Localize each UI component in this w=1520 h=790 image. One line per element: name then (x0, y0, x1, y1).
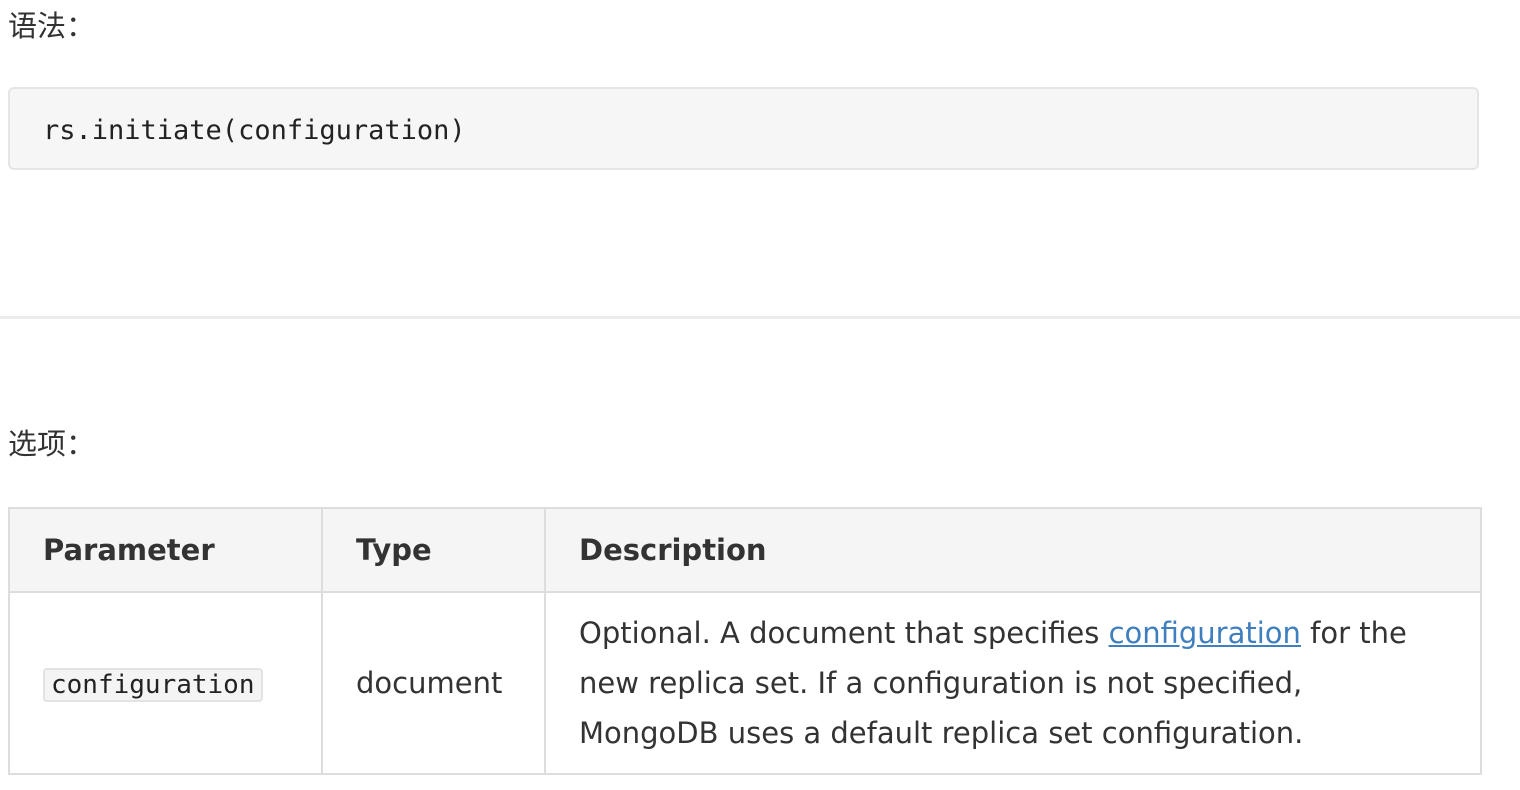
parameter-name-code: configuration (43, 668, 263, 702)
document-page: 语法： rs.initiate(configuration) 选项： Param… (0, 0, 1520, 790)
description-cell: Optional. A document that specifies conf… (544, 591, 1482, 775)
syntax-heading: 语法： (8, 9, 96, 43)
section-divider (0, 316, 1520, 319)
column-header-description: Description (544, 507, 1482, 593)
description-text-before: Optional. A document that specifies (579, 616, 1109, 650)
column-header-type: Type (321, 507, 546, 593)
parameter-cell: configuration (8, 591, 323, 775)
syntax-code: rs.initiate(configuration) (43, 115, 466, 146)
type-cell: document (321, 591, 546, 775)
configuration-link[interactable]: configuration (1109, 616, 1301, 650)
syntax-code-block: rs.initiate(configuration) (8, 87, 1479, 170)
column-header-parameter: Parameter (8, 507, 323, 593)
table-header-row: Parameter Type Description (8, 507, 1482, 593)
options-heading: 选项： (8, 427, 96, 461)
table-row: configuration document Optional. A docum… (8, 591, 1482, 775)
parameters-table: Parameter Type Description configuration… (8, 507, 1482, 775)
